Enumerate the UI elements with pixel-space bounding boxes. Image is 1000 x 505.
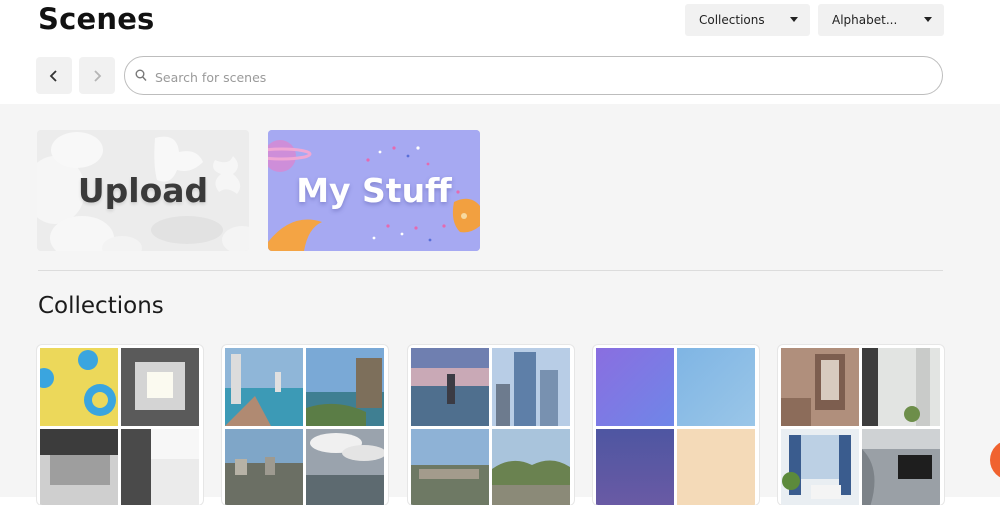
chevron-left-icon [49,69,57,82]
collection-thumbnail [225,348,303,426]
my-stuff-tile[interactable]: My Stuff [268,130,480,251]
collection-card[interactable] [37,345,203,505]
collection-card[interactable] [593,345,759,505]
collection-thumbnail [677,348,755,426]
upload-tile[interactable]: Upload [37,130,249,251]
collection-thumbnail [596,348,674,426]
collection-thumbnail [306,429,384,505]
collection-thumbnail [596,429,674,505]
collection-thumbnail [40,429,118,505]
collection-card[interactable] [778,345,944,505]
collection-thumbnail [781,348,859,426]
scenes-content: Upload My Stuff Collections [0,104,1000,505]
header: Scenes Collections Alphabet... [0,0,1000,104]
collection-thumbnail [121,429,199,505]
collection-thumbnail [40,348,118,426]
collections-dropdown-label: Collections [699,13,765,27]
collections-dropdown[interactable]: Collections [685,4,810,36]
collection-thumbnail [411,429,489,505]
sort-dropdown-label: Alphabet... [832,13,898,27]
collection-thumbnail [862,429,940,505]
search-input[interactable] [153,65,917,89]
caret-down-icon [790,17,798,22]
collection-card[interactable] [222,345,388,505]
collection-thumbnail [677,429,755,505]
collection-thumbnail [306,348,384,426]
search-icon [135,69,147,81]
collection-thumbnail [492,348,570,426]
collection-thumbnail [862,348,940,426]
collections-heading: Collections [38,293,164,319]
collection-thumbnail [492,429,570,505]
collection-thumbnail [781,429,859,505]
my-stuff-tile-label: My Stuff [296,171,452,210]
forward-button[interactable] [79,57,115,94]
collection-thumbnail [411,348,489,426]
section-divider [38,270,943,271]
upload-tile-label: Upload [77,171,209,210]
collection-card[interactable] [408,345,574,505]
collection-thumbnail [121,348,199,426]
search-bar [124,56,943,95]
page-title: Scenes [38,2,155,36]
sort-dropdown[interactable]: Alphabet... [818,4,944,36]
chevron-right-icon [94,69,102,82]
caret-down-icon [924,17,932,22]
collection-thumbnail [225,429,303,505]
back-button[interactable] [36,57,72,94]
